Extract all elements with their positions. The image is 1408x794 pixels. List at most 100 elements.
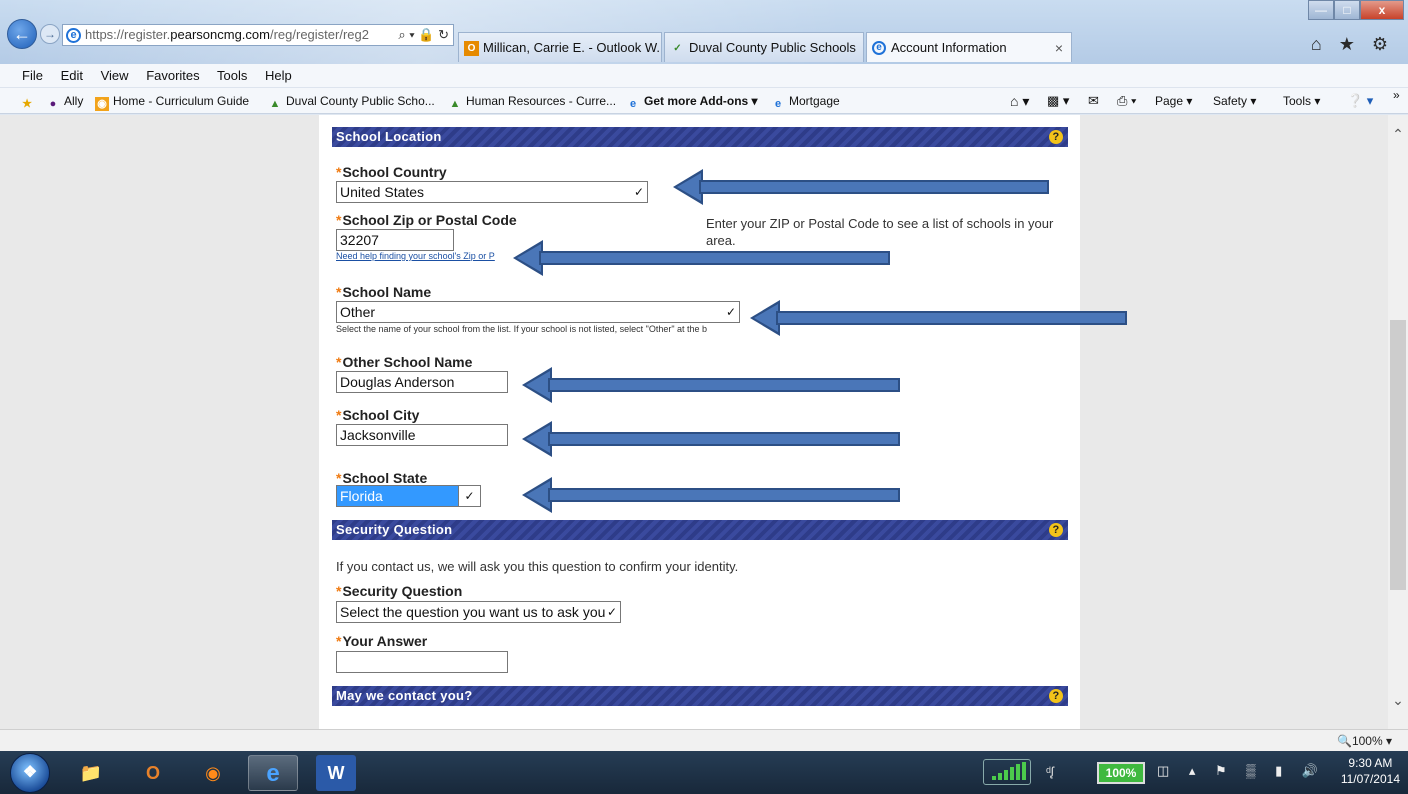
more-commands[interactable]: » [1393, 82, 1400, 108]
firefox-icon[interactable]: ◉ [188, 755, 238, 791]
home-icon[interactable]: ⌂ ▾ [1010, 88, 1029, 114]
address-tools[interactable]: ⌕ ▾ 🔒 ↻ [398, 25, 449, 45]
maximize-button[interactable]: □ [1334, 0, 1360, 20]
menu-file[interactable]: File [22, 68, 43, 83]
fav-get-addons[interactable]: e Get more Add-ons ▾ [626, 88, 758, 114]
school-zip-label: *School Zip or Postal Code [336, 212, 517, 228]
signal-strength-icon[interactable] [983, 759, 1031, 785]
security-question-header: Security Question ? [332, 520, 1068, 540]
status-bar: 🔍100% ▾ [0, 729, 1408, 751]
vertical-scrollbar[interactable]: ⌃ ⌄ [1388, 115, 1408, 729]
fav-mortgage[interactable]: e Mortgage [771, 88, 840, 114]
home-favorites-settings-icons[interactable]: ⌂ ★ ⚙ [1311, 34, 1394, 55]
close-window-button[interactable]: x [1360, 0, 1404, 20]
chevron-down-icon: ✓ [606, 605, 617, 619]
zoom-level[interactable]: 🔍100% ▾ [1337, 730, 1392, 752]
scroll-up-icon[interactable]: ⌃ [1388, 125, 1408, 143]
menu-bar: File Edit View Favorites Tools Help [0, 64, 1408, 88]
page-menu[interactable]: Page ▾ [1155, 88, 1192, 114]
menu-help[interactable]: Help [265, 68, 292, 83]
registration-page: School Location ? *School Country United… [319, 115, 1080, 729]
school-name-hint: Select the name of your school from the … [336, 324, 708, 334]
fav-ally[interactable]: ● Ally [46, 88, 84, 114]
tab-duval[interactable]: ✓ Duval County Public Schools [664, 32, 864, 62]
menu-favorites[interactable]: Favorites [146, 68, 199, 83]
favorites-bar: ★ ● Ally ◉ Home - Curriculum Guide ▲ Duval … [0, 88, 1408, 114]
tab-account-information[interactable]: e Account Information × [866, 32, 1072, 62]
tools-menu[interactable]: Tools ▾ [1283, 88, 1320, 114]
other-school-name-input[interactable]: Douglas Anderson [336, 371, 508, 393]
fav-curriculum-guide[interactable]: ◉ Home - Curriculum Guide [95, 88, 249, 114]
clock[interactable]: 9:30 AM 11/07/2014 [1341, 755, 1400, 787]
window-controls: — □ x [1308, 0, 1404, 20]
contact-help-icon[interactable]: ? [1049, 689, 1063, 703]
zip-help-link[interactable]: Need help finding your school's Zip or P [336, 251, 495, 261]
security-intro-text: If you contact us, we will ask you this … [336, 559, 739, 574]
mail-icon[interactable]: ✉ [1088, 88, 1099, 114]
scroll-thumb[interactable] [1390, 320, 1406, 590]
help-icon[interactable]: ❔ ▾ [1347, 88, 1373, 114]
school-location-help-icon[interactable]: ? [1049, 130, 1063, 144]
page-icon: ▲ [269, 98, 281, 110]
print-icon[interactable]: ⎙ ▾ [1117, 88, 1136, 114]
annotation-arrow-school-name [750, 300, 1127, 336]
rss-icon: ◉ [95, 97, 109, 111]
annotation-arrow-other-school [522, 367, 900, 403]
back-button[interactable]: ← [7, 19, 37, 49]
word-icon[interactable]: W [316, 755, 356, 791]
your-answer-input[interactable] [336, 651, 508, 673]
tray-icons[interactable]: ◫ ▴ ⚑ ▒ ▮ 🔊 [1157, 763, 1326, 779]
page-icon: ▲ [449, 98, 461, 110]
school-zip-input[interactable]: 32207 [336, 229, 454, 251]
feeds-icon[interactable]: ▩ ▾ [1047, 88, 1069, 114]
menu-tools[interactable]: Tools [217, 68, 247, 83]
security-question-select[interactable]: Select the question you want us to ask y… [336, 601, 621, 623]
checkmark-page-icon: ✓ [673, 43, 682, 54]
school-name-label: *School Name [336, 284, 432, 300]
content-area: School Location ? *School Country United… [0, 115, 1408, 729]
forward-button[interactable]: → [40, 24, 60, 44]
file-explorer-icon[interactable]: 📁 [66, 755, 116, 791]
security-question-help-icon[interactable]: ? [1049, 523, 1063, 537]
chevron-down-icon: ✓ [633, 185, 644, 199]
internet-explorer-icon[interactable]: e [248, 755, 298, 791]
school-city-label: *School City [336, 407, 420, 423]
your-answer-label: *Your Answer [336, 633, 428, 649]
taskbar: ❖ 📁 O ◉ e W ᵈᶘ 100% ◫ ▴ ⚑ ▒ ▮ 🔊 9:30 AM … [0, 751, 1408, 794]
security-question-label: *Security Question [336, 583, 463, 599]
annotation-arrow-state [522, 477, 900, 513]
ie-icon: e [629, 98, 637, 110]
scroll-down-icon[interactable]: ⌄ [1388, 691, 1408, 709]
start-button[interactable]: ❖ [10, 753, 50, 793]
minimize-button[interactable]: — [1308, 0, 1334, 20]
outlook-taskbar-icon[interactable]: O [128, 755, 178, 791]
safety-menu[interactable]: Safety ▾ [1213, 88, 1256, 114]
school-name-select[interactable]: Other ✓ [336, 301, 740, 323]
zip-help-text: Enter your ZIP or Postal Code to see a l… [706, 216, 1054, 248]
title-bar: ← → e https://register.pearsoncmg.com/reg… [0, 0, 1408, 64]
chevron-down-icon: ✓ [458, 486, 480, 506]
fav-duval-county[interactable]: ▲ Duval County Public Scho... [268, 88, 435, 114]
wireless-icon[interactable]: ᵈᶘ [1046, 764, 1054, 779]
favorites-star-icon[interactable]: ★ [20, 88, 38, 114]
menu-edit[interactable]: Edit [61, 68, 83, 83]
annotation-arrow-city [522, 421, 900, 457]
school-state-select[interactable]: Florida ✓ [336, 485, 481, 507]
battery-icon[interactable]: 100% [1097, 762, 1145, 784]
menu-view[interactable]: View [101, 68, 129, 83]
ie-icon: e [774, 98, 782, 110]
school-country-select[interactable]: United States ✓ [336, 181, 648, 203]
tab-close-icon[interactable]: × [1055, 33, 1063, 62]
ie-page-icon: e [66, 28, 81, 43]
outlook-icon: O [464, 41, 479, 56]
annotation-arrow-country [673, 169, 1049, 205]
school-state-label: *School State [336, 470, 428, 486]
tab-outlook[interactable]: O Millican, Carrie E. - Outlook W... [458, 32, 662, 62]
other-school-name-label: *Other School Name [336, 354, 473, 370]
contact-header: May we contact you? ? [332, 686, 1068, 706]
school-city-input[interactable]: Jacksonville [336, 424, 508, 446]
school-country-label: *School Country [336, 164, 447, 180]
fav-human-resources[interactable]: ▲ Human Resources - Curre... [448, 88, 617, 114]
address-bar[interactable]: e https://register.pearsoncmg.com/reg/reg… [62, 24, 454, 46]
ie-icon: e [872, 41, 886, 55]
